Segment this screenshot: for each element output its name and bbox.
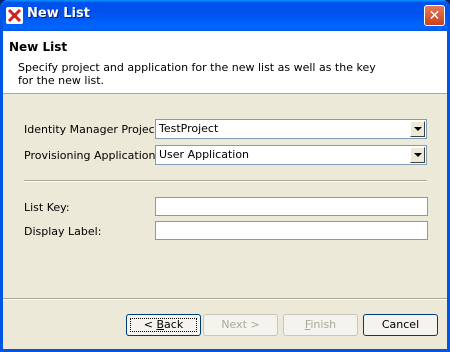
cancel-button[interactable]: Cancel [363, 314, 438, 336]
project-select-value: TestProject [159, 122, 219, 135]
next-button[interactable]: Next > [203, 314, 278, 336]
chevron-down-icon[interactable] [410, 147, 425, 163]
back-button-suffix: ack [164, 318, 184, 331]
back-button[interactable]: < Back [126, 314, 201, 336]
chevron-down-icon[interactable] [410, 121, 425, 137]
display-label-label: Display Label: [24, 225, 102, 238]
application-select[interactable]: User Application [155, 145, 427, 165]
display-label-input[interactable] [155, 221, 428, 240]
dialog-window: New List ✕ New List Specify project and … [0, 0, 450, 352]
back-button-mnemonic: B [156, 318, 165, 331]
close-icon: ✕ [428, 7, 441, 24]
application-label: Provisioning Application: [24, 149, 160, 162]
page-title: New List [9, 40, 68, 54]
window-title: New List [27, 6, 90, 21]
wizard-header: New List Specify project and application… [3, 31, 447, 94]
page-description: Specify project and application for the … [18, 61, 376, 87]
application-select-value: User Application [159, 148, 250, 161]
project-label: Identity Manager Project: [24, 123, 163, 136]
novell-designer-icon [6, 7, 23, 24]
finish-button[interactable]: Finish [283, 314, 358, 336]
section-divider [24, 180, 427, 182]
title-bar[interactable]: New List ✕ [3, 0, 447, 31]
close-button[interactable]: ✕ [424, 5, 445, 26]
list-key-input[interactable] [155, 197, 428, 216]
back-button-prefix: < [143, 318, 157, 331]
finish-button-suffix: inish [310, 318, 337, 331]
project-select[interactable]: TestProject [155, 119, 427, 139]
list-key-label: List Key: [24, 201, 70, 214]
footer-divider [3, 298, 447, 300]
